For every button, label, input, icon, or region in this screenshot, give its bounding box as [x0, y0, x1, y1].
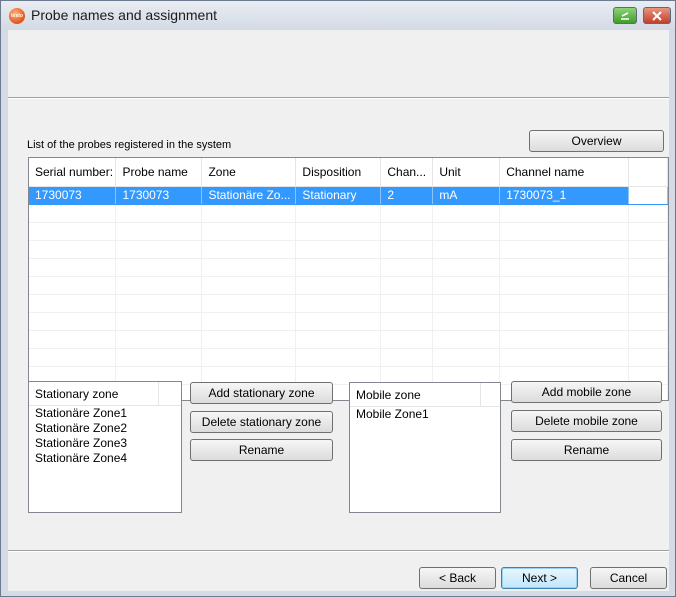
list-item[interactable]: Stationäre Zone3 — [29, 436, 181, 451]
empty-row — [29, 348, 668, 367]
window-title: Probe names and assignment — [31, 7, 217, 23]
header-separator — [158, 382, 159, 406]
column-header-serial[interactable]: Serial number: — [29, 158, 117, 187]
close-button[interactable] — [643, 7, 671, 24]
list-item[interactable]: Stationäre Zone2 — [29, 421, 181, 436]
probe-list-caption: List of the probes registered in the sys… — [27, 139, 232, 151]
column-header-channel[interactable]: Chan... — [380, 158, 434, 187]
list-item[interactable]: Stationäre Zone1 — [29, 406, 181, 421]
cell-channel: 2 — [380, 186, 434, 205]
back-button[interactable]: < Back — [419, 567, 496, 589]
empty-row — [29, 240, 668, 259]
app-logo-icon: testo — [9, 8, 25, 24]
close-icon — [652, 11, 662, 21]
stationary-zone-header: Stationary zone — [29, 382, 181, 406]
cell-disposition: Stationary — [295, 186, 382, 205]
footer-divider — [8, 550, 669, 552]
add-stationary-zone-button[interactable]: Add stationary zone — [190, 382, 333, 404]
grid-header-row: Serial number: Probe name Zone Dispositi… — [29, 158, 668, 187]
overview-button[interactable]: Overview — [529, 130, 664, 152]
cell-serial: 1730073 — [29, 186, 117, 205]
help-icon — [621, 12, 629, 20]
delete-stationary-zone-button[interactable]: Delete stationary zone — [190, 411, 333, 433]
stationary-zone-header-label: Stationary zone — [35, 387, 119, 401]
cell-unit: mA — [432, 186, 501, 205]
mobile-zone-list[interactable]: Mobile zone Mobile Zone1 — [349, 382, 501, 513]
list-item[interactable]: Mobile Zone1 — [350, 407, 500, 422]
rename-mobile-zone-button[interactable]: Rename — [511, 439, 662, 461]
add-mobile-zone-button[interactable]: Add mobile zone — [511, 381, 662, 403]
empty-row — [29, 222, 668, 241]
empty-row — [29, 204, 668, 223]
dialog-client-area: List of the probes registered in the sys… — [8, 30, 669, 591]
column-header-zone[interactable]: Zone — [201, 158, 297, 187]
list-item[interactable]: Stationäre Zone4 — [29, 451, 181, 466]
column-header-disposition[interactable]: Disposition — [295, 158, 382, 187]
empty-row — [29, 276, 668, 295]
header-divider — [8, 97, 669, 99]
probe-grid[interactable]: Serial number: Probe name Zone Dispositi… — [28, 157, 669, 401]
empty-row — [29, 312, 668, 331]
next-button[interactable]: Next > — [501, 567, 578, 589]
help-button[interactable] — [613, 7, 637, 24]
stationary-zone-list[interactable]: Stationary zone Stationäre Zone1 Station… — [28, 381, 182, 513]
column-header-probe-name[interactable]: Probe name — [115, 158, 203, 187]
header-separator — [480, 383, 481, 407]
column-header-filler — [628, 158, 668, 187]
empty-row — [29, 294, 668, 313]
delete-mobile-zone-button[interactable]: Delete mobile zone — [511, 410, 662, 432]
mobile-zone-header: Mobile zone — [350, 383, 500, 407]
table-row[interactable]: 1730073 1730073 Stationäre Zo... Station… — [29, 186, 668, 205]
cell-channel-name: 1730073_1 — [499, 186, 630, 205]
empty-row — [29, 330, 668, 349]
column-header-channel-name[interactable]: Channel name — [499, 158, 630, 187]
cell-probe-name: 1730073 — [115, 186, 203, 205]
cell-zone: Stationäre Zo... — [201, 186, 297, 205]
rename-stationary-zone-button[interactable]: Rename — [190, 439, 333, 461]
mobile-zone-header-label: Mobile zone — [356, 388, 421, 402]
column-header-unit[interactable]: Unit — [432, 158, 501, 187]
cell-filler — [628, 186, 668, 205]
cancel-button[interactable]: Cancel — [590, 567, 667, 589]
empty-row — [29, 258, 668, 277]
title-bar[interactable]: testo Probe names and assignment — [1, 1, 675, 30]
dialog-window: testo Probe names and assignment List of… — [0, 0, 676, 597]
